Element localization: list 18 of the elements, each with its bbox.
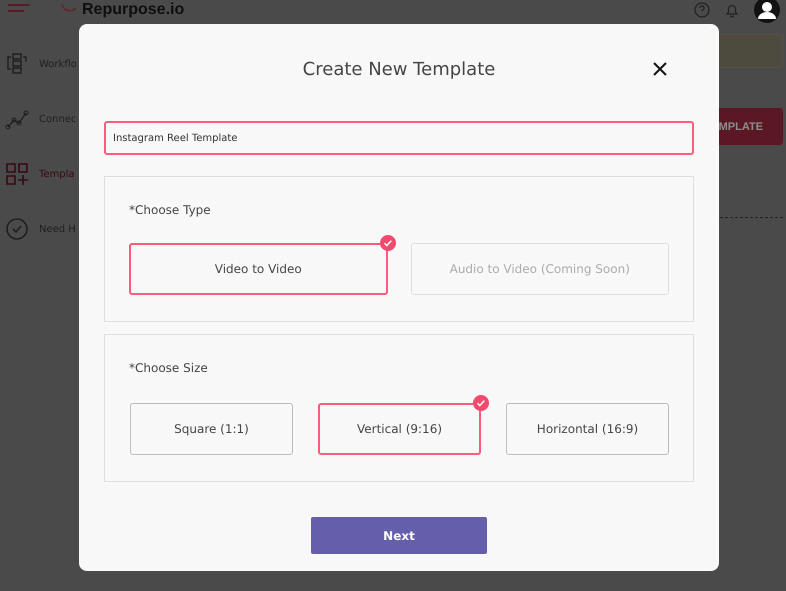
option-button[interactable]: Square (1:1) [130, 403, 293, 455]
check-icon [473, 395, 489, 411]
modal-title: Create New Template [302, 58, 496, 80]
option-button[interactable]: Vertical (9:16) [318, 403, 481, 455]
next-button[interactable]: Next [311, 517, 487, 554]
option-button[interactable]: Video to Video [129, 243, 388, 295]
bell-icon[interactable] [724, 2, 740, 18]
check-icon [380, 235, 396, 251]
grid-plus-icon [5, 162, 29, 186]
logo-text: Repurpose.io [82, 1, 184, 19]
template-name-field[interactable]: Instagram Reel Template [104, 121, 694, 155]
section-label: *Choose Type [129, 203, 212, 217]
close-icon[interactable] [653, 62, 667, 76]
workflow-icon [5, 52, 29, 76]
notice-banner [717, 34, 783, 68]
option-button[interactable]: Horizontal (16:9) [506, 403, 669, 455]
avatar-icon[interactable] [754, 0, 780, 23]
section-label: *Choose Size [129, 361, 209, 375]
